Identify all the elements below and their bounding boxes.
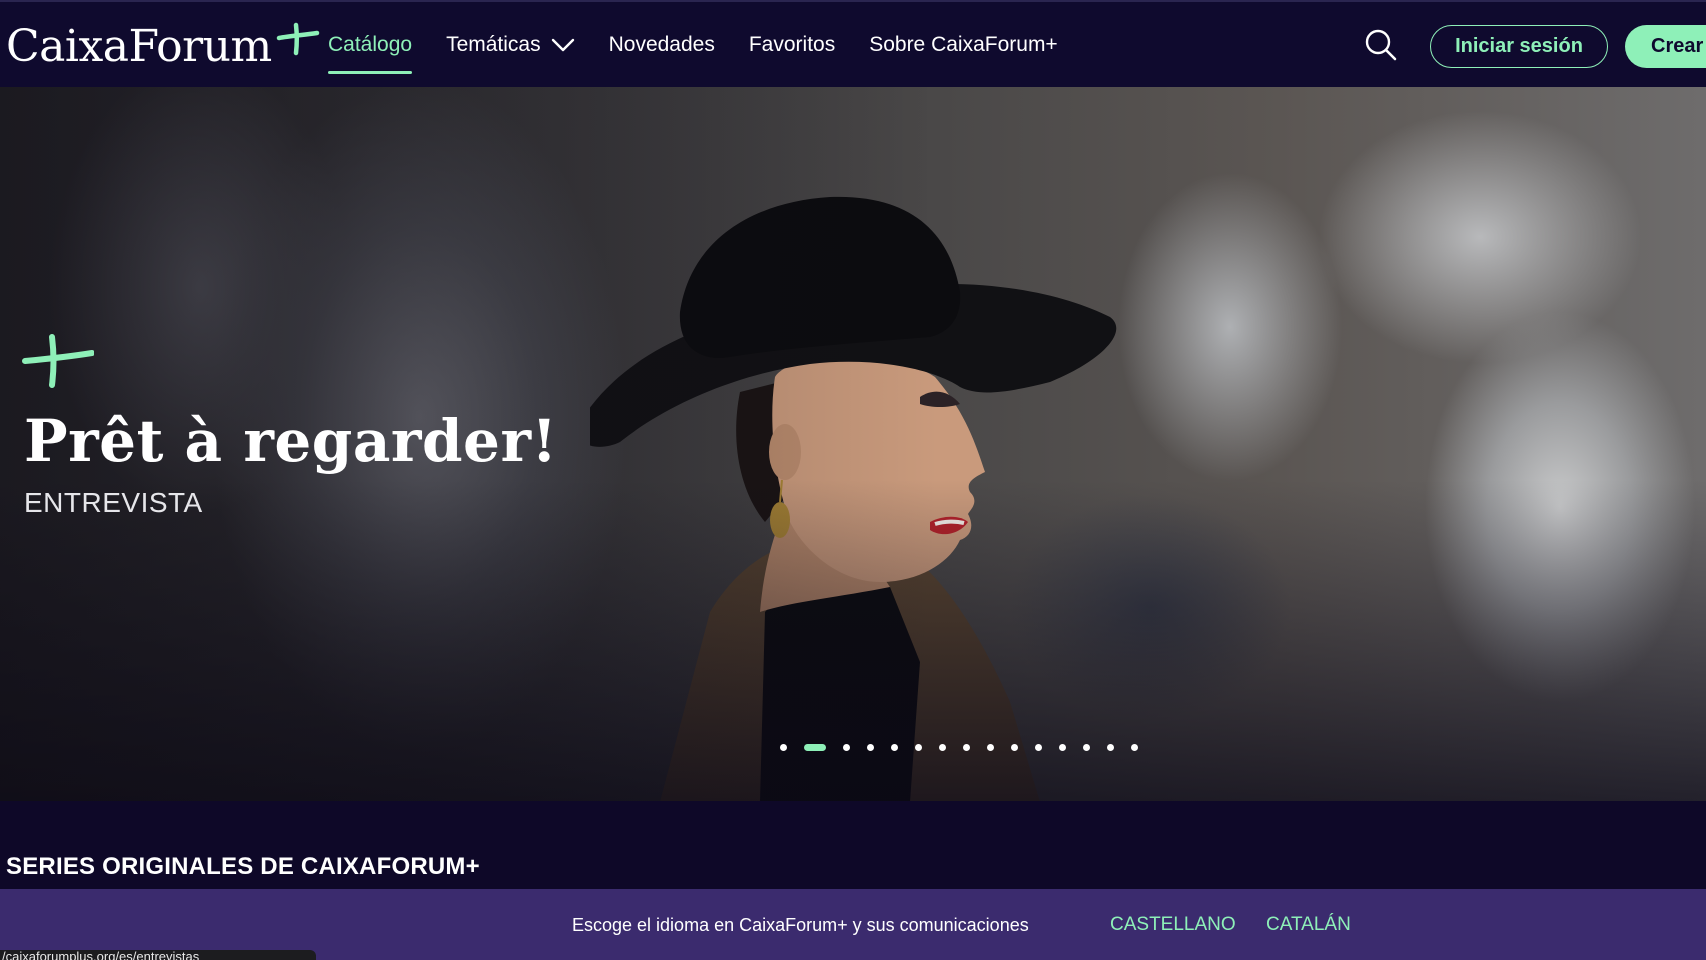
carousel-dot[interactable] — [1131, 744, 1138, 751]
carousel-dot[interactable] — [939, 744, 946, 751]
hero-carousel[interactable]: Prêt à regarder! ENTREVISTA — [0, 87, 1706, 801]
plus-brand-icon — [22, 334, 94, 388]
chevron-down-icon — [551, 38, 574, 51]
carousel-pagination — [780, 744, 1138, 751]
carousel-dot[interactable] — [1059, 744, 1066, 751]
main-nav: Catálogo Temáticas Novedades Favoritos S… — [328, 2, 1058, 87]
hero-title: Prêt à regarder! — [24, 407, 558, 475]
nav-catalogo-label: Catálogo — [328, 32, 413, 56]
carousel-dot[interactable] — [843, 744, 850, 751]
nav-sobre-label: Sobre CaixaForum+ — [869, 32, 1058, 56]
carousel-dot[interactable] — [780, 744, 787, 751]
language-castellano[interactable]: CASTELLANO — [1110, 914, 1236, 936]
create-account-button[interactable]: Crear — [1625, 25, 1706, 68]
carousel-dot[interactable] — [1035, 744, 1042, 751]
nav-favoritos-label: Favoritos — [748, 32, 836, 56]
carousel-dot[interactable] — [1107, 744, 1114, 751]
series-section: SERIES ORIGINALES DE CAIXAFORUM+ — [0, 801, 1706, 889]
caixaforum-logo[interactable]: CaixaForum — [6, 16, 320, 76]
nav-sobre[interactable]: Sobre CaixaForum+ — [869, 2, 1058, 87]
nav-catalogo[interactable]: Catálogo — [328, 2, 413, 87]
carousel-dot[interactable] — [1011, 744, 1018, 751]
section-title: SERIES ORIGINALES DE CAIXAFORUM+ — [6, 853, 480, 880]
status-bar-url: /caixaforumplus.org/es/entrevistas — [0, 950, 316, 960]
nav-novedades-label: Novedades — [608, 32, 715, 56]
nav-tematicas-label: Temáticas — [446, 32, 541, 56]
login-button[interactable]: Iniciar sesión — [1430, 25, 1608, 68]
nav-tematicas[interactable]: Temáticas — [446, 2, 575, 87]
hero-subtitle: ENTREVISTA — [24, 487, 203, 518]
top-navigation-bar: CaixaForum Catálogo Temáticas Novedades … — [0, 0, 1706, 87]
carousel-dot[interactable] — [891, 744, 898, 751]
nav-novedades[interactable]: Novedades — [609, 2, 715, 87]
language-catalan[interactable]: CATALÁN — [1266, 914, 1351, 936]
carousel-dot[interactable] — [987, 744, 994, 751]
carousel-dot[interactable] — [867, 744, 874, 751]
nav-favoritos[interactable]: Favoritos — [749, 2, 835, 87]
carousel-dot[interactable] — [804, 744, 826, 751]
carousel-dot[interactable] — [963, 744, 970, 751]
logo-text: CaixaForum — [6, 21, 272, 72]
carousel-dot[interactable] — [915, 744, 922, 751]
carousel-dot[interactable] — [1083, 744, 1090, 751]
plus-logo-icon — [276, 22, 319, 56]
language-prompt: Escoge el idioma en CaixaForum+ y sus co… — [572, 915, 1029, 935]
search-icon[interactable] — [1364, 28, 1398, 62]
